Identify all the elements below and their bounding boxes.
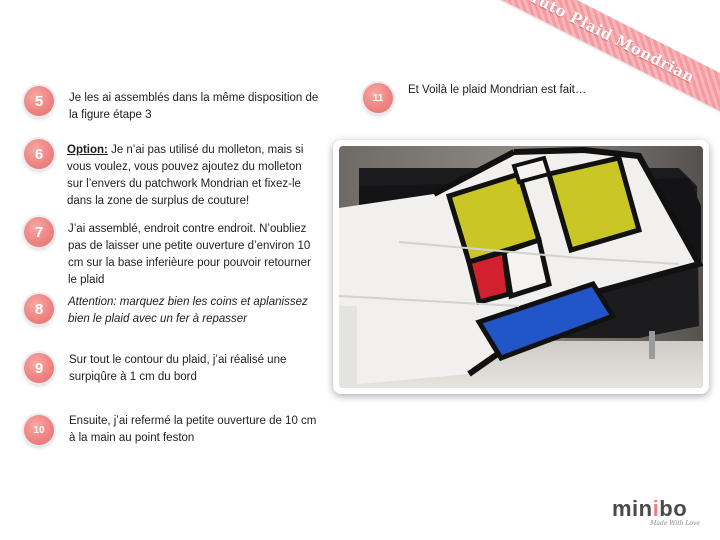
step-5-badge: 5 <box>24 86 54 116</box>
step-5-text: Je les ai assemblés dans la même disposi… <box>69 92 319 121</box>
step-11-badge: 11 <box>363 83 393 113</box>
logo-tagline: Made With Love <box>650 520 700 527</box>
step-10-badge: 10 <box>24 415 54 445</box>
step-6-badge: 6 <box>24 139 54 169</box>
step-9-badge: 9 <box>24 353 54 383</box>
option-label: Option: <box>67 144 108 156</box>
corner-ribbon: Tuto Plaid Mondrian <box>460 0 720 120</box>
step-9-text: Sur tout le contour du plaid, j’ai réali… <box>69 354 287 383</box>
minibo-logo: minibo Made With Love <box>612 496 704 530</box>
logo-word: minibo <box>612 496 688 521</box>
mondrian-plaid-photo <box>339 146 703 388</box>
ribbon-title: Tuto Plaid Mondrian <box>470 0 720 120</box>
step-6-text: Option: Je n’ai pas utilisé du molleton,… <box>67 142 319 210</box>
step-8-badge: 8 <box>24 294 54 324</box>
step-8-text: Attention: marquez bien les coins et apl… <box>68 296 308 325</box>
step-7-text: J’ai assemblé, endroit contre endroit. N… <box>68 223 311 286</box>
step-10-text: Ensuite, j’ai refermé la petite ouvertur… <box>69 415 317 444</box>
step-11-text: Et Voilà le plaid Mondrian est fait… <box>408 84 587 96</box>
plaid-photo-frame <box>333 140 709 394</box>
step-7-badge: 7 <box>24 217 54 247</box>
